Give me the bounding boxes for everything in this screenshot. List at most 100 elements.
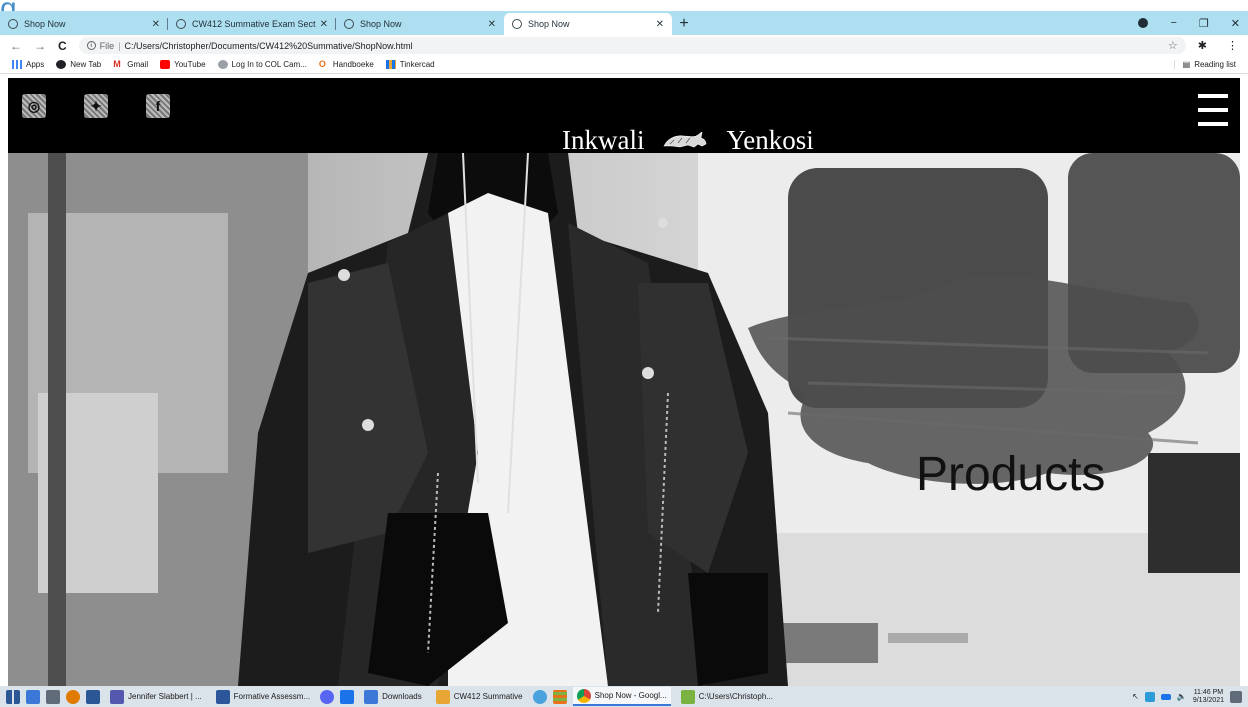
site-brand[interactable]: Inkwali Yenkosi	[562, 125, 814, 156]
brand-left-word: Inkwali	[562, 125, 645, 155]
minimize-button[interactable]: −	[1170, 17, 1176, 29]
bookmark-label: YouTube	[174, 60, 206, 69]
hamburger-menu-icon[interactable]	[1198, 94, 1228, 126]
facebook-icon[interactable]: f	[146, 94, 170, 118]
tab-exam-section[interactable]: CW412 Summative Exam Section ✕	[168, 13, 336, 35]
bookmark-col[interactable]: Log In to COL Cam...	[217, 60, 307, 69]
tab-title: Shop Now	[528, 19, 570, 29]
hero-banner: Products	[8, 153, 1240, 686]
address-divider: |	[118, 40, 121, 51]
toolbar-right: ✱ ⋮	[1198, 39, 1238, 52]
col-icon	[217, 60, 228, 69]
taskbar-clock[interactable]: 11:46 PM 9/13/2021	[1193, 689, 1224, 705]
tab-title: Shop Now	[360, 19, 402, 29]
taskbar-item-label: Shop Now - Googl...	[594, 691, 667, 700]
youtube-icon	[160, 60, 171, 69]
taskbar-item-word[interactable]: Formative Assessm...	[212, 687, 314, 706]
bookmarks-bar: Apps New Tab M Gmail YouTube Log In to C…	[0, 56, 1248, 74]
bookmark-apps[interactable]: Apps	[12, 60, 44, 69]
bookmark-label: Apps	[26, 60, 45, 69]
taskbar-item-downloads[interactable]: Downloads	[360, 687, 426, 706]
taskbar-item-label: CW412 Summative	[453, 692, 523, 701]
tab-strip: Shop Now ✕ CW412 Summative Exam Section …	[0, 11, 1248, 35]
chrome-icon	[576, 688, 591, 703]
volume-icon[interactable]: 🔈	[1177, 692, 1187, 701]
bookmark-label: Gmail	[127, 60, 149, 69]
restore-button[interactable]: ❐	[1199, 17, 1209, 30]
products-heading[interactable]: Products	[916, 447, 1105, 502]
tab-shop-now-2[interactable]: Shop Now ✕	[336, 13, 504, 35]
system-tray: ↖ 🔈 11:46 PM 9/13/2021	[1132, 689, 1242, 705]
bookmark-youtube[interactable]: YouTube	[160, 60, 206, 69]
tab-close-icon[interactable]: ✕	[656, 19, 664, 30]
os-taskbar: Jennifer Slabbert | ... Formative Assess…	[0, 686, 1248, 707]
address-bar[interactable]: i File | C:/Users/Christopher/Documents/…	[78, 37, 1186, 54]
taskbar-item-label: Formative Assessm...	[233, 692, 311, 701]
java-icon[interactable]	[66, 689, 80, 704]
onedrive-icon[interactable]	[1160, 693, 1171, 700]
twitter-icon[interactable]: ✦	[84, 94, 108, 118]
apps-grid-icon	[12, 60, 22, 69]
bookmark-gmail[interactable]: M Gmail	[113, 60, 149, 70]
windows-start-icon[interactable]	[6, 689, 20, 704]
tab-close-icon[interactable]: ✕	[320, 19, 328, 30]
vscode-icon[interactable]	[532, 689, 547, 704]
instagram-icon[interactable]: ◎	[22, 94, 46, 118]
taskbar-item-explorer[interactable]: C:\Users\Christoph...	[677, 687, 777, 706]
forward-button[interactable]: →	[34, 39, 46, 53]
globe-icon	[512, 19, 522, 29]
bookmark-star-icon[interactable]: ☆	[1168, 39, 1178, 52]
calculator-icon[interactable]	[46, 689, 60, 704]
rhino-logo-icon	[663, 131, 707, 147]
screen: g Shop Now ✕ CW412 Summative Exam Sectio…	[0, 0, 1248, 707]
close-window-button[interactable]: ✕	[1231, 17, 1240, 30]
profile-icon[interactable]	[1138, 18, 1149, 28]
photos-icon[interactable]	[340, 689, 355, 704]
tab-title: CW412 Summative Exam Section	[192, 19, 316, 29]
bookmark-tinkercad[interactable]: Tinkercad	[385, 60, 435, 69]
tray-app-icon[interactable]	[1144, 691, 1155, 702]
taskbar-item-chrome[interactable]: Shop Now - Googl...	[572, 687, 671, 706]
info-icon[interactable]: i	[86, 41, 96, 50]
app-grid-icon[interactable]	[552, 689, 567, 704]
word-icon	[215, 689, 230, 704]
clock-time: 11:46 PM	[1193, 688, 1224, 696]
tab-shop-now-active[interactable]: Shop Now ✕	[504, 13, 672, 35]
reading-list-icon: ▤	[1182, 60, 1191, 69]
explorer-window-icon	[680, 689, 695, 704]
menu-icon[interactable]: ⋮	[1227, 39, 1238, 52]
clock-date: 9/13/2021	[1192, 696, 1224, 704]
checkmark-icon[interactable]	[86, 689, 100, 704]
download-arrow-icon	[364, 689, 379, 704]
globe-icon	[344, 19, 354, 29]
address-url[interactable]: C:/Users/Christopher/Documents/CW412%20S…	[125, 41, 413, 51]
reading-list-button[interactable]: ▤ Reading list	[1173, 60, 1236, 69]
web-page: ◎ ✦ f Inkwali Yenkosi Products	[0, 74, 1248, 686]
browser-toolbar: ← → C i File | C:/Users/Christopher/Docu…	[0, 35, 1248, 56]
mail-icon[interactable]	[26, 689, 40, 704]
tray-arrow-icon[interactable]: ↖	[1132, 692, 1139, 701]
puzzle-icon[interactable]: ✱	[1198, 39, 1207, 52]
bookmark-label: Tinkercad	[399, 60, 435, 69]
tab-close-icon[interactable]: ✕	[152, 19, 160, 30]
address-scheme: File	[99, 40, 115, 51]
new-tab-button[interactable]: +	[672, 13, 696, 35]
tinkercad-icon	[385, 60, 396, 69]
handboeke-icon: O	[318, 59, 326, 69]
bookmark-label: Log In to COL Cam...	[231, 60, 307, 69]
teams-icon	[110, 689, 124, 704]
taskbar-item-label: Downloads	[382, 692, 422, 701]
reload-button[interactable]: C	[58, 39, 67, 53]
globe-icon	[176, 19, 186, 29]
bookmark-new-tab[interactable]: New Tab	[56, 60, 101, 69]
notifications-icon[interactable]	[1230, 690, 1242, 703]
globe-icon	[56, 60, 67, 69]
taskbar-item-folder[interactable]: CW412 Summative	[432, 687, 527, 706]
discord-icon[interactable]	[320, 689, 335, 704]
tab-shop-now-1[interactable]: Shop Now ✕	[0, 13, 168, 35]
taskbar-item-teams[interactable]: Jennifer Slabbert | ...	[106, 687, 206, 706]
globe-icon	[8, 19, 18, 29]
back-button[interactable]: ←	[10, 39, 22, 53]
bookmark-handboeke[interactable]: O Handboeke	[318, 59, 374, 70]
tab-close-icon[interactable]: ✕	[488, 19, 496, 30]
